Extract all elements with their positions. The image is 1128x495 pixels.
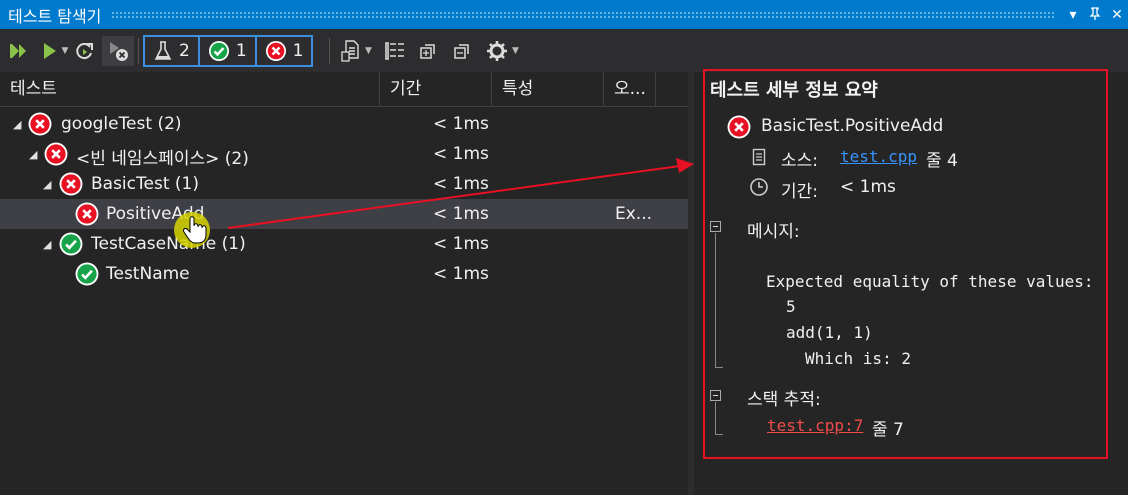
source-label: 소스: — [781, 151, 819, 171]
test-duration: < 1ms — [433, 234, 489, 254]
playlist-dropdown-icon[interactable]: ▼ — [365, 46, 372, 56]
filter-failed-button[interactable]: 1 — [254, 34, 314, 67]
expand-all-button[interactable] — [412, 36, 446, 66]
stack-trace-label: 스택 추적: — [747, 390, 821, 410]
tree-row-basictest[interactable]: ◢ BasicTest (1) < 1ms — [0, 169, 688, 199]
tree-row-empty-namespace[interactable]: ◢ <빈 네임스페이스> (2) < 1ms — [0, 139, 688, 169]
message-guide-end — [715, 367, 723, 368]
clock-icon — [750, 178, 768, 196]
close-icon[interactable]: ✕ — [1106, 7, 1128, 23]
playlist-icon — [341, 39, 359, 62]
test-name: PositiveAdd — [106, 204, 205, 224]
column-header-row: 테스트 기간 특성 오... — [0, 72, 688, 107]
test-duration: < 1ms — [433, 144, 489, 164]
message-collapse-toggle[interactable] — [710, 221, 721, 232]
message-line: add(1, 1) — [786, 323, 873, 342]
run-all-button[interactable] — [0, 36, 40, 66]
run-icon — [43, 42, 56, 59]
tree-row-positiveadd[interactable]: PositiveAdd < 1ms Ex... — [0, 199, 688, 229]
playlist-button[interactable]: ▼ — [334, 36, 378, 66]
source-file-icon — [752, 148, 766, 166]
test-name: TestName — [106, 264, 190, 284]
passed-icon — [75, 262, 99, 286]
failed-icon — [727, 115, 751, 139]
stack-collapse-toggle[interactable] — [710, 390, 721, 401]
tree-row-testcasename[interactable]: ◢ TestCaseName (1) < 1ms — [0, 229, 688, 259]
test-name: <빈 네임스페이스> (2) — [76, 149, 249, 169]
expand-all-icon — [420, 43, 436, 59]
refresh-icon — [76, 42, 93, 59]
window-title: 테스트 탐색기 — [8, 6, 102, 26]
failed-icon — [59, 172, 83, 196]
message-line: 5 — [786, 297, 796, 316]
stack-trace-line: 줄 7 — [872, 420, 904, 440]
passed-icon — [208, 40, 229, 61]
flask-icon — [154, 40, 172, 60]
detail-heading: 테스트 세부 정보 요약 — [710, 80, 878, 101]
test-name: BasicTest (1) — [91, 174, 199, 194]
message-line: Expected equality of these values: — [766, 272, 1094, 291]
column-traits[interactable]: 특성 — [492, 72, 604, 106]
repeat-run-button[interactable] — [70, 36, 100, 66]
stack-guide-end — [715, 434, 723, 435]
message-guide-line — [715, 233, 716, 368]
test-duration: < 1ms — [433, 174, 489, 194]
source-line: 줄 4 — [926, 151, 958, 171]
collapse-all-button[interactable] — [446, 36, 480, 66]
run-button[interactable]: ▼ — [40, 36, 70, 66]
run-dropdown-icon[interactable]: ▼ — [62, 46, 69, 56]
collapse-triangle-icon[interactable]: ◢ — [29, 148, 37, 161]
collapse-triangle-icon[interactable]: ◢ — [43, 238, 51, 251]
failed-icon — [44, 142, 68, 166]
toolbar-divider — [138, 37, 139, 64]
passed-icon — [59, 232, 83, 256]
detail-test-name: BasicTest.PositiveAdd — [761, 116, 944, 136]
test-duration: < 1ms — [433, 114, 489, 134]
column-test[interactable]: 테스트 — [0, 72, 380, 106]
column-output[interactable]: 오... — [604, 72, 656, 106]
message-line: Which is: 2 — [805, 349, 911, 368]
test-name: googleTest (2) — [61, 114, 182, 134]
collapse-all-icon — [454, 43, 470, 59]
test-list-pane: 테스트 기간 특성 오... ◢ googleTest (2) < 1ms ◢ … — [0, 72, 688, 495]
duration-label: 기간: — [781, 182, 819, 202]
column-duration[interactable]: 기간 — [380, 72, 492, 106]
failed-icon — [28, 112, 52, 136]
run-all-icon — [10, 43, 26, 58]
stack-guide-line — [715, 402, 716, 435]
cancel-run-icon — [110, 41, 128, 61]
tree-row-testname[interactable]: TestName < 1ms — [0, 259, 688, 289]
gear-icon — [487, 40, 508, 61]
test-name: TestCaseName (1) — [91, 234, 246, 254]
filter-total-button[interactable]: 2 — [143, 34, 200, 67]
tree-row-googletest[interactable]: ◢ googleTest (2) < 1ms — [0, 109, 688, 139]
failed-icon — [75, 202, 99, 226]
message-label: 메시지: — [747, 222, 800, 242]
toolbar-divider — [329, 37, 331, 64]
collapse-triangle-icon[interactable]: ◢ — [13, 118, 21, 131]
group-by-button[interactable] — [378, 36, 412, 66]
title-bar: 테스트 탐색기 ▾ ✕ — [0, 0, 1128, 29]
failed-icon — [265, 40, 286, 61]
test-output: Ex... — [615, 204, 653, 224]
test-duration: < 1ms — [433, 204, 489, 224]
filter-failed-count: 1 — [292, 40, 304, 61]
settings-dropdown-icon[interactable]: ▼ — [512, 46, 519, 56]
cancel-button[interactable] — [102, 35, 134, 66]
duration-value: < 1ms — [840, 177, 896, 197]
filter-passed-count: 1 — [235, 40, 247, 61]
stack-trace-link[interactable]: test.cpp:7 — [767, 416, 863, 435]
dropdown-icon[interactable]: ▾ — [1062, 7, 1084, 23]
collapse-triangle-icon[interactable]: ◢ — [43, 178, 51, 191]
settings-button[interactable]: ▼ — [480, 36, 524, 66]
filter-total-count: 2 — [179, 40, 190, 61]
title-grip[interactable] — [111, 10, 1056, 19]
toolbar: ▼ 2 1 1 ▼ ▼ — [0, 29, 1128, 72]
filter-passed-button[interactable]: 1 — [197, 34, 257, 67]
hierarchy-icon — [385, 41, 405, 60]
test-duration: < 1ms — [433, 264, 489, 284]
source-file-link[interactable]: test.cpp — [840, 147, 917, 166]
pin-icon[interactable] — [1084, 6, 1106, 24]
